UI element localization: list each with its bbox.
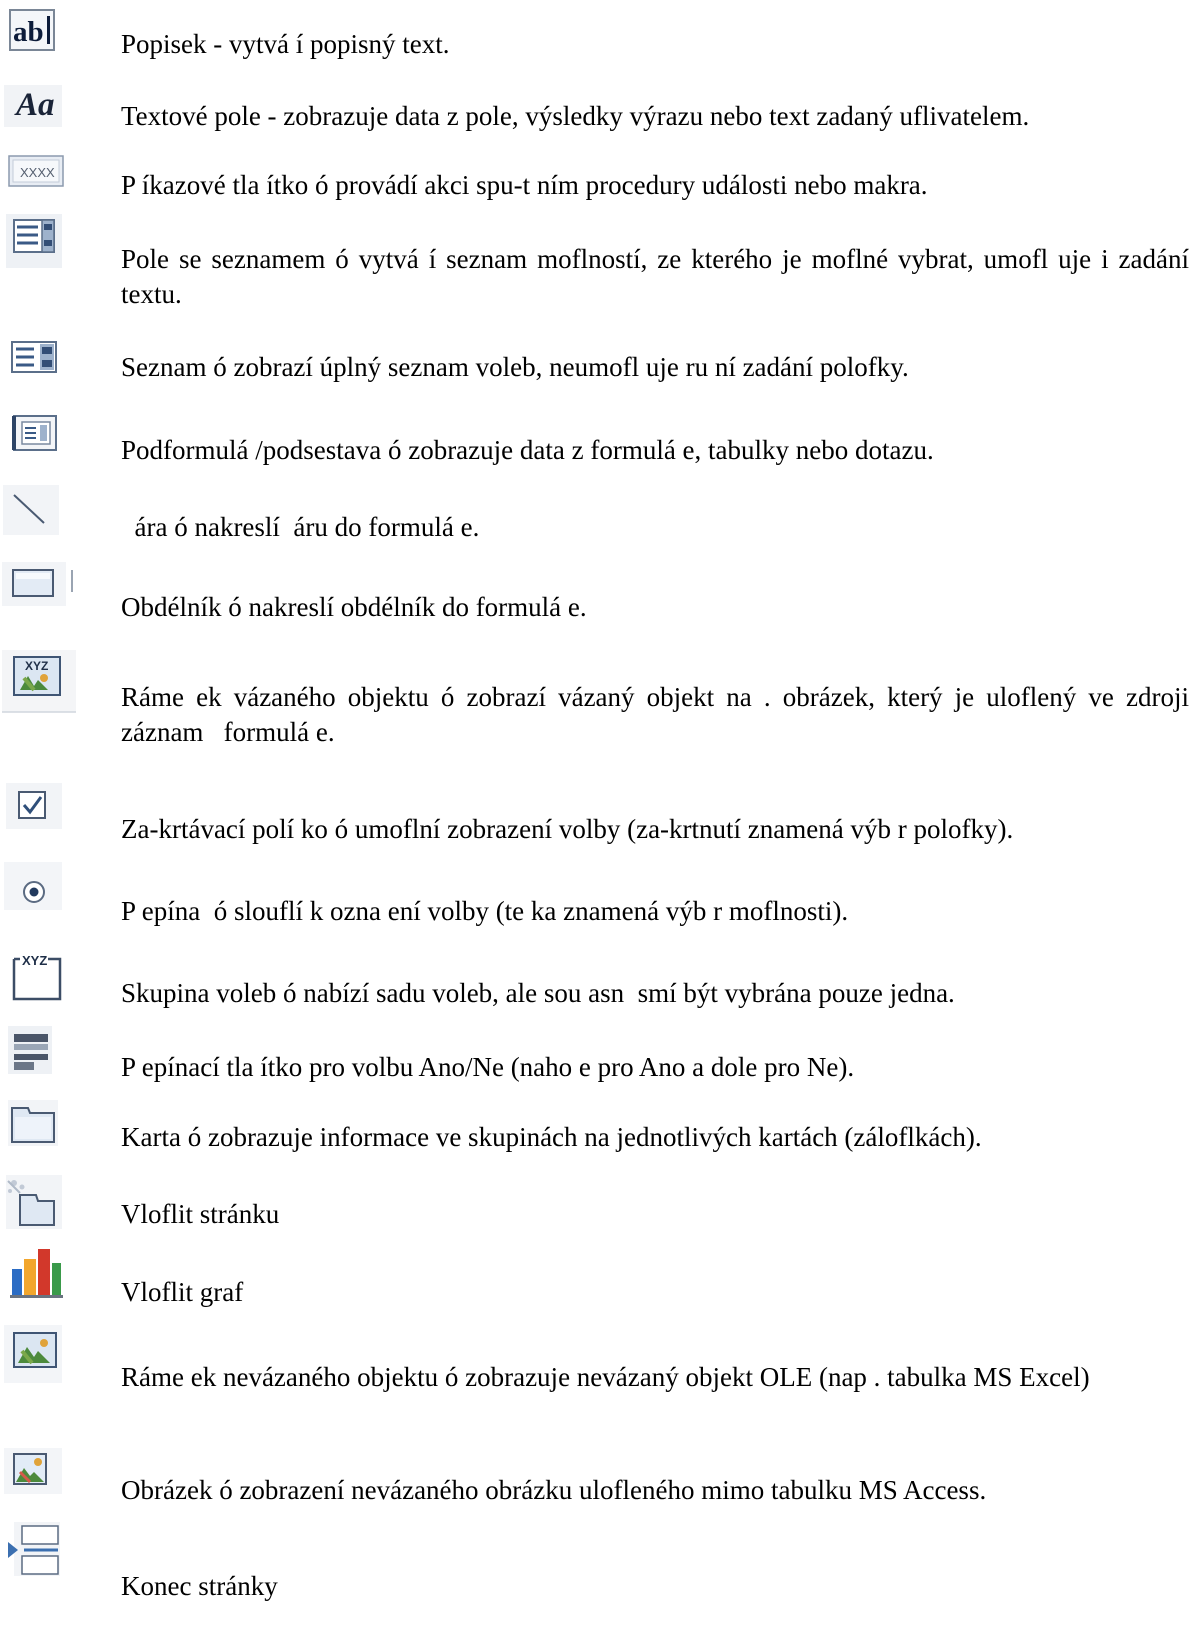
check-box-tool-icon xyxy=(0,783,66,843)
item-description: Konec stránky xyxy=(121,1571,278,1601)
svg-text:XXXX: XXXX xyxy=(20,165,55,180)
svg-text:XYZ: XYZ xyxy=(22,953,47,968)
line-tool-icon xyxy=(0,485,66,545)
item-description: Podformulá /podsestava ó zobrazuje data … xyxy=(121,435,934,465)
item-description: ára ó nakreslí áru do formulá e. xyxy=(121,512,480,542)
svg-text:Aa: Aa xyxy=(14,87,55,123)
bound-object-frame-tool-icon: XYZ xyxy=(0,650,76,713)
item-description: Za-krtávací polí ko ó umoflní zobrazení … xyxy=(121,814,1014,844)
item-description: Ráme ek nevázaného objektu ó zobrazuje n… xyxy=(121,1362,1090,1392)
option-group-tool-icon: XYZ xyxy=(0,945,66,1005)
item-description: Pole se seznamem ó vytvá í seznam moflno… xyxy=(121,244,1196,309)
label-tool-icon: ab xyxy=(0,8,66,68)
svg-text:XYZ: XYZ xyxy=(25,659,48,673)
item-description: Obrázek ó zobrazení nevázaného obrázku u… xyxy=(121,1475,987,1505)
insert-page-tool-icon xyxy=(0,1175,66,1235)
item-description: Vloflit graf xyxy=(121,1277,244,1307)
list-box-tool-icon xyxy=(0,338,66,398)
subform-tool-icon xyxy=(0,412,66,472)
tab-control-tool-icon xyxy=(0,1100,66,1160)
rectangle-tool-icon xyxy=(0,562,73,622)
item-description: Seznam ó zobrazí úplný seznam voleb, neu… xyxy=(121,352,909,382)
option-button-tool-icon xyxy=(0,862,66,922)
item-description: Vloflit stránku xyxy=(121,1199,280,1229)
toggle-button-tool-icon xyxy=(0,1024,66,1084)
page-break-tool-icon xyxy=(0,1520,66,1580)
item-description: P epína ó slouflí k ozna ení volby (te k… xyxy=(121,896,849,926)
item-description: Ráme ek vázaného objektu ó zobrazí vázan… xyxy=(121,682,1196,747)
insert-chart-tool-icon xyxy=(0,1245,66,1305)
combo-box-tool-icon xyxy=(0,212,66,272)
svg-text:ab: ab xyxy=(13,16,44,48)
item-description: Popisek - vytvá í popisný text. xyxy=(121,29,450,59)
item-description: P epínací tla ítko pro volbu Ano/Ne (nah… xyxy=(121,1052,855,1082)
item-description: Karta ó zobrazuje informace ve skupinách… xyxy=(121,1122,982,1152)
item-description: Skupina voleb ó nabízí sadu voleb, ale s… xyxy=(121,978,955,1008)
item-description: P íkazové tla ítko ó provádí akci spu-t … xyxy=(121,170,928,200)
text-box-tool-icon: Aa xyxy=(0,83,66,143)
item-description: Obdélník ó nakreslí obdélník do formulá … xyxy=(121,592,587,622)
unbound-object-frame-tool-icon xyxy=(0,1325,66,1385)
item-description: Textové pole - zobrazuje data z pole, vý… xyxy=(121,101,1030,131)
image-tool-icon xyxy=(0,1448,66,1508)
command-button-tool-icon: XXXX xyxy=(0,153,66,213)
